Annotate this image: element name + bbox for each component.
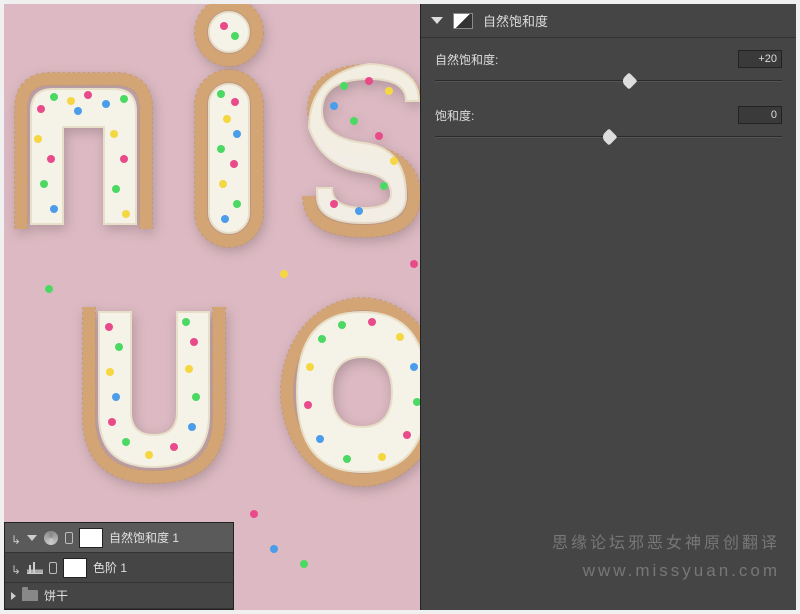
cookie-letter-s — [284, 46, 420, 246]
vibrance-label: 自然饱和度: — [435, 51, 498, 68]
cookie-letter-n — [4, 49, 176, 249]
group-name[interactable]: 饼干 — [44, 587, 68, 604]
cookie-letter-o — [272, 287, 420, 497]
layer-mask-link-icon[interactable] — [49, 562, 57, 574]
layers-panel: ↳ 自然饱和度 1 ↳ 色阶 1 饼干 — [4, 522, 234, 610]
layer-mask-thumbnail[interactable] — [79, 528, 103, 548]
vibrance-adjustment-icon — [453, 13, 473, 29]
saturation-slider-thumb[interactable] — [600, 129, 617, 146]
properties-header: 自然饱和度 — [421, 4, 796, 38]
vibrance-control: 自然饱和度: — [421, 38, 796, 94]
layer-name[interactable]: 色阶 1 — [93, 559, 127, 576]
saturation-label: 饱和度: — [435, 107, 474, 124]
saturation-control: 饱和度: — [421, 94, 796, 150]
layer-levels-adjustment[interactable]: ↳ 色阶 1 — [5, 553, 233, 583]
cookie-letter-u — [64, 287, 244, 497]
clip-icon: ↳ — [11, 563, 21, 573]
vibrance-layer-icon — [43, 530, 59, 546]
layer-mask-link-icon[interactable] — [65, 532, 73, 544]
levels-layer-icon — [27, 560, 43, 576]
expand-triangle-icon[interactable] — [27, 535, 37, 541]
saturation-slider[interactable] — [435, 130, 782, 146]
clip-icon: ↳ — [11, 533, 21, 543]
vibrance-slider-thumb[interactable] — [621, 73, 638, 90]
cookie-letter-i — [179, 4, 279, 254]
vibrance-value-input[interactable] — [738, 50, 782, 68]
collapse-triangle-icon[interactable] — [431, 17, 443, 24]
vibrance-slider[interactable] — [435, 74, 782, 90]
properties-panel: 自然饱和度 自然饱和度: 饱和度: — [420, 4, 796, 610]
saturation-value-input[interactable] — [738, 106, 782, 124]
layer-name[interactable]: 自然饱和度 1 — [109, 529, 179, 546]
expand-group-icon[interactable] — [11, 592, 16, 600]
panel-title: 自然饱和度 — [483, 11, 548, 30]
document-canvas[interactable] — [4, 4, 420, 610]
layer-mask-thumbnail[interactable] — [63, 558, 87, 578]
layer-vibrance-adjustment[interactable]: ↳ 自然饱和度 1 — [5, 523, 233, 553]
layer-group[interactable]: 饼干 — [5, 583, 233, 609]
folder-icon — [22, 590, 38, 601]
